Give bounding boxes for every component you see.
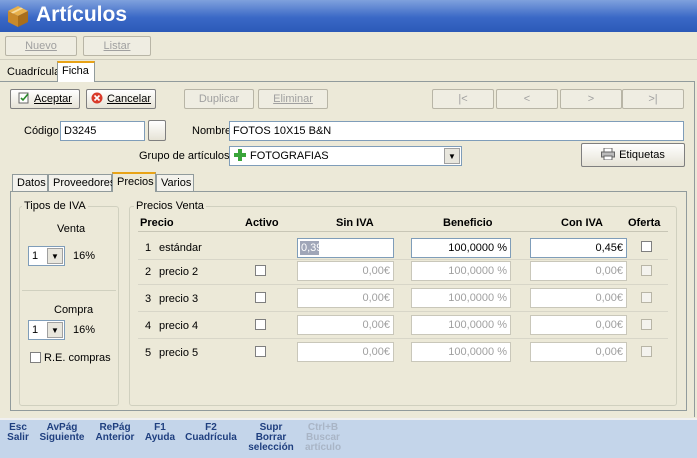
row-3-num: 3 bbox=[145, 293, 152, 305]
accept-button[interactable]: Aceptar bbox=[10, 89, 80, 109]
col-oferta: Oferta bbox=[628, 217, 661, 229]
iva-title: Tipos de IVA bbox=[22, 200, 88, 212]
group-plus-icon bbox=[233, 148, 247, 165]
purchase-label: Compra bbox=[54, 304, 94, 316]
row-4-num: 4 bbox=[145, 320, 152, 332]
row-2-num: 2 bbox=[145, 266, 152, 278]
row-3-oferta-checkbox[interactable] bbox=[641, 292, 652, 303]
tab-cuadricula[interactable]: Cuadrícula bbox=[7, 66, 60, 78]
row-5-name: precio 5 bbox=[159, 347, 199, 359]
nav-next-button[interactable]: > bbox=[560, 89, 622, 109]
row-2-oferta-checkbox[interactable] bbox=[641, 265, 652, 276]
row-4-activo-checkbox[interactable] bbox=[255, 319, 266, 330]
col-beneficio: Beneficio bbox=[443, 217, 493, 229]
cancel-button[interactable]: Cancelar bbox=[86, 89, 156, 109]
row-5-sin-iva-field[interactable] bbox=[297, 342, 394, 362]
row-1-num: 1 bbox=[145, 242, 152, 254]
shortcut-esc[interactable]: Esc Salir bbox=[6, 423, 30, 443]
row-1-sin-iva-selected: 0,39 bbox=[301, 242, 323, 254]
window-title: Artículos bbox=[36, 3, 128, 26]
nav-first-button[interactable]: |< bbox=[432, 89, 494, 109]
re-compras-label: R.E. compras bbox=[44, 352, 111, 364]
chevron-down-icon: ▼ bbox=[47, 248, 63, 264]
purchase-iva-select[interactable]: 1 ▼ bbox=[28, 320, 65, 340]
shortcut-f1[interactable]: F1 Ayuda bbox=[143, 423, 177, 443]
labels-button[interactable]: Etiquetas bbox=[581, 143, 685, 167]
code-lookup-button[interactable] bbox=[148, 120, 166, 141]
row-1-name: estándar bbox=[159, 242, 202, 254]
row-3-sin-iva-field[interactable] bbox=[297, 288, 394, 308]
shortcuts-bar: Esc Salir AvPág Siguiente RePág Anterior F1… bbox=[0, 418, 697, 458]
row-2-activo-checkbox[interactable] bbox=[255, 265, 266, 276]
last-icon: >| bbox=[648, 93, 658, 105]
duplicate-button[interactable]: Duplicar bbox=[184, 89, 254, 109]
name-label: Nombre bbox=[192, 125, 232, 137]
row-1-oferta-checkbox[interactable] bbox=[641, 241, 652, 252]
row-5-beneficio-field[interactable] bbox=[411, 342, 511, 362]
printer-icon bbox=[601, 147, 616, 163]
row-4-name: precio 4 bbox=[159, 320, 199, 332]
delete-button[interactable]: Eliminar bbox=[258, 89, 328, 109]
group-label: Grupo de artículos bbox=[139, 150, 230, 162]
sale-iva-select[interactable]: 1 ▼ bbox=[28, 246, 65, 266]
shortcut-f2[interactable]: F2 Cuadrícula bbox=[184, 423, 238, 443]
name-field[interactable] bbox=[229, 121, 684, 141]
row-3-con-iva-field[interactable] bbox=[530, 288, 627, 308]
row-2-con-iva-field[interactable] bbox=[530, 261, 627, 281]
tab-varios[interactable]: Varios bbox=[156, 174, 194, 192]
tab-datos[interactable]: Datos bbox=[12, 174, 48, 192]
shortcut-ctrl-b[interactable]: Ctrl+B Buscar artículo bbox=[303, 423, 343, 453]
col-activo: Activo bbox=[245, 217, 279, 229]
purchase-pct: 16% bbox=[73, 324, 96, 336]
col-precio: Precio bbox=[140, 217, 174, 229]
box-icon bbox=[8, 6, 28, 27]
chevron-down-icon: ▼ bbox=[444, 148, 460, 164]
row-5-con-iva-field[interactable] bbox=[530, 342, 627, 362]
row-2-name: precio 2 bbox=[159, 266, 199, 278]
title-bar: Artículos bbox=[0, 0, 697, 32]
code-field[interactable] bbox=[60, 121, 145, 141]
prev-icon: < bbox=[523, 93, 531, 105]
list-button[interactable]: Listar bbox=[83, 36, 151, 56]
nav-prev-button[interactable]: < bbox=[496, 89, 558, 109]
row-4-con-iva-field[interactable] bbox=[530, 315, 627, 335]
group-select[interactable]: FOTOGRAFIAS ▼ bbox=[229, 146, 462, 166]
re-compras-checkbox[interactable] bbox=[30, 352, 41, 363]
row-5-activo-checkbox[interactable] bbox=[255, 346, 266, 357]
row-3-beneficio-field[interactable] bbox=[411, 288, 511, 308]
tab-precios[interactable]: Precios bbox=[112, 172, 156, 192]
col-sin-iva: Sin IVA bbox=[336, 217, 374, 229]
cancel-icon bbox=[91, 92, 103, 107]
col-con-iva: Con IVA bbox=[561, 217, 603, 229]
code-label: Código bbox=[24, 125, 59, 137]
row-4-beneficio-field[interactable] bbox=[411, 315, 511, 335]
sale-pct: 16% bbox=[73, 250, 96, 262]
accept-icon bbox=[18, 92, 30, 107]
row-3-activo-checkbox[interactable] bbox=[255, 292, 266, 303]
nav-last-button[interactable]: >| bbox=[622, 89, 684, 109]
row-3-name: precio 3 bbox=[159, 293, 199, 305]
prices-title: Precios Venta bbox=[134, 200, 206, 212]
sale-label: Venta bbox=[57, 223, 86, 235]
row-5-oferta-checkbox[interactable] bbox=[641, 346, 652, 357]
tab-ficha[interactable]: Ficha bbox=[57, 61, 95, 82]
row-2-sin-iva-field[interactable] bbox=[297, 261, 394, 281]
row-1-con-iva-field[interactable] bbox=[530, 238, 627, 258]
row-5-num: 5 bbox=[145, 347, 152, 359]
row-2-beneficio-field[interactable] bbox=[411, 261, 511, 281]
shortcut-avpag[interactable]: AvPág Siguiente bbox=[38, 423, 86, 443]
next-icon: > bbox=[587, 93, 595, 105]
chevron-down-icon: ▼ bbox=[47, 322, 63, 338]
new-button[interactable]: Nuevo bbox=[5, 36, 77, 56]
shortcut-supr[interactable]: Supr Borrar selección bbox=[246, 423, 296, 453]
group-value: FOTOGRAFIAS bbox=[250, 150, 329, 162]
shortcut-repag[interactable]: RePág Anterior bbox=[93, 423, 137, 443]
row-4-sin-iva-field[interactable] bbox=[297, 315, 394, 335]
row-1-beneficio-field[interactable] bbox=[411, 238, 511, 258]
row-4-oferta-checkbox[interactable] bbox=[641, 319, 652, 330]
tab-proveedores[interactable]: Proveedores bbox=[48, 174, 115, 192]
first-icon: |< bbox=[458, 93, 468, 105]
